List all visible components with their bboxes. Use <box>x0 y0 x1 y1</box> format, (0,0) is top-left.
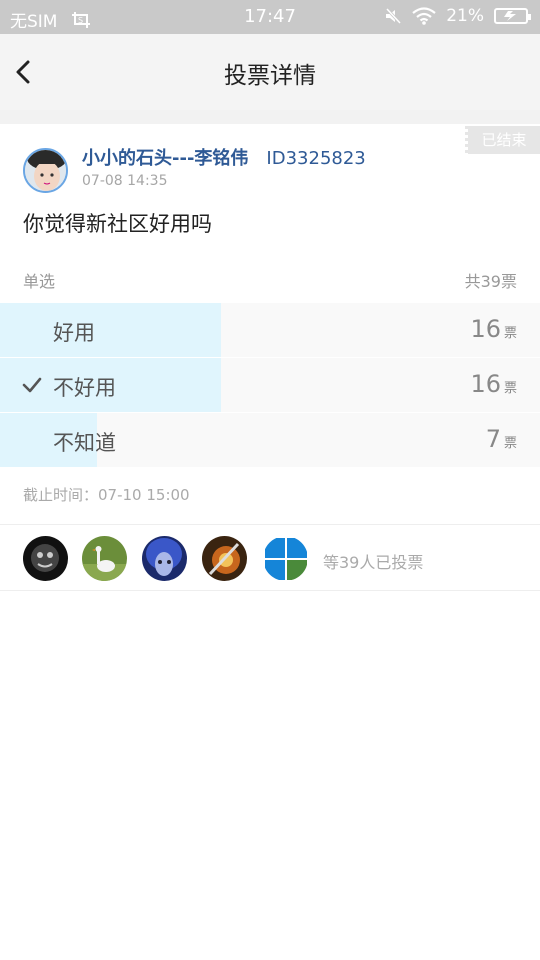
poll-option-1[interactable]: 好用 16 票 <box>0 303 540 357</box>
voters-row[interactable]: 等39人已投票 <box>0 525 540 590</box>
voter-avatar[interactable] <box>263 536 308 581</box>
page-title: 投票详情 <box>224 63 316 89</box>
poll-option-3[interactable]: 不知道 7票 <box>0 413 540 467</box>
status-bar: 无SIM S 17:47 21% <box>0 0 540 34</box>
voter-avatar[interactable] <box>23 536 68 581</box>
poll-total-votes: 共39票 <box>464 272 517 291</box>
option-label: 不知道 <box>53 431 116 455</box>
author-id: ID3325823 <box>266 148 366 169</box>
wifi-icon <box>412 7 436 25</box>
option-vote-count: 16 票 <box>470 370 517 398</box>
poll-question: 你觉得新社区好用吗 <box>23 212 212 236</box>
mute-icon <box>386 7 402 25</box>
checkmark-icon <box>22 377 42 393</box>
option-vote-count: 16 票 <box>470 315 517 343</box>
option-vote-count: 7票 <box>485 425 517 453</box>
poll-type-label: 单选 <box>23 272 56 291</box>
voter-avatar[interactable] <box>202 536 247 581</box>
option-label: 好用 <box>53 321 95 345</box>
voter-avatar[interactable] <box>82 536 127 581</box>
vote-share-bar <box>0 303 222 357</box>
author-avatar[interactable] <box>23 148 68 193</box>
option-label: 不好用 <box>53 376 116 400</box>
poll-option-2[interactable]: 不好用 16 票 <box>0 358 540 412</box>
battery-percent: 21% <box>446 6 484 26</box>
section-gap <box>0 110 540 124</box>
divider <box>0 590 540 591</box>
voters-summary: 等39人已投票 <box>323 553 424 572</box>
poll-deadline: 截止时间：07-10 15:00 <box>23 486 190 504</box>
author-nickname: 小小的石头---李铭伟 <box>82 148 249 169</box>
status-badge: 已结束 <box>465 126 540 154</box>
app-header: 投票详情 <box>0 34 540 110</box>
author-name[interactable]: 小小的石头---李铭伟 ID3325823 <box>82 144 366 170</box>
poll-card: 已结束 小小的石头---李铭伟 ID3325823 07-08 14:35 你觉得… <box>0 124 540 524</box>
post-time: 07-08 14:35 <box>82 173 168 189</box>
voter-avatar[interactable] <box>142 536 187 581</box>
battery-icon <box>494 8 531 24</box>
